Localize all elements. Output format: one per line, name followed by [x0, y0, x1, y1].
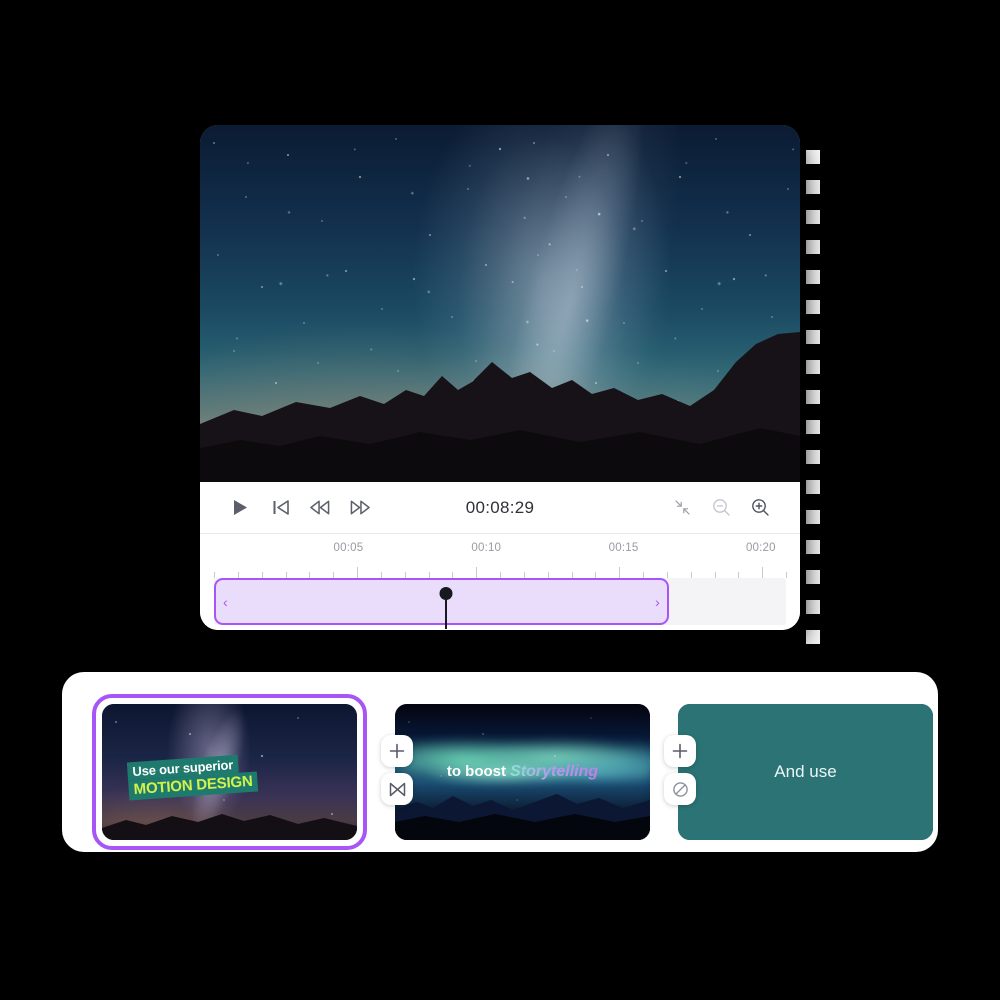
ruler-label: 00:10: [471, 542, 502, 554]
clip3-caption: And use: [774, 762, 837, 781]
ruler-tick: [619, 567, 621, 578]
video-preview[interactable]: [200, 125, 800, 482]
skip-to-start-button[interactable]: [270, 498, 290, 518]
ruler-tick: [357, 567, 358, 578]
mountain-ridge-silhouette: [200, 332, 800, 482]
screen-root: 00:08:29 00:05 00:10 00:15 00:20 ‹ › Use…: [0, 0, 1000, 1000]
zoom-in-icon[interactable]: [750, 498, 770, 518]
clip-item-selected[interactable]: Use our superior MOTION DESIGN: [92, 694, 367, 850]
clip2-caption: to boost Storytelling: [395, 763, 650, 781]
transition-button-1[interactable]: [381, 773, 413, 805]
ruler-label: 00:15: [608, 542, 639, 554]
clip-actions-1: [381, 735, 413, 805]
timeline-track[interactable]: ‹ ›: [214, 578, 786, 629]
transport-bar: 00:08:29: [200, 482, 800, 534]
fit-to-screen-icon[interactable]: [672, 498, 692, 518]
trim-handle-right[interactable]: ›: [655, 595, 660, 609]
transport-right-controls: [672, 498, 770, 518]
clip1-mountain-silhouette: [102, 806, 357, 840]
clip-strip-card: Use our superior MOTION DESIGN to boost …: [62, 672, 938, 852]
timeline: 00:05 00:10 00:15 00:20 ‹ ›: [200, 534, 800, 630]
clip-thumbnail-2[interactable]: to boost Storytelling: [395, 704, 650, 840]
decorative-dash-edge: [806, 150, 820, 650]
timeline-playhead[interactable]: [444, 594, 447, 629]
add-clip-button-2[interactable]: [664, 735, 696, 767]
clip2-caption-line1: to boost: [446, 763, 511, 780]
timeline-clip-range[interactable]: ‹ ›: [214, 578, 669, 625]
clip2-mountain-silhouette: [395, 782, 650, 840]
play-button[interactable]: [230, 498, 250, 518]
clip-actions-2: [664, 735, 696, 805]
transport-left-controls: [230, 498, 370, 518]
ruler-label: 00:20: [745, 542, 776, 554]
trim-handle-left[interactable]: ‹: [223, 595, 228, 609]
clip-strip-list: Use our superior MOTION DESIGN to boost …: [92, 694, 933, 850]
rewind-button[interactable]: [310, 498, 330, 518]
clip-thumbnail-1[interactable]: Use our superior MOTION DESIGN: [102, 704, 357, 840]
add-clip-button-1[interactable]: [381, 735, 413, 767]
ruler-label: 00:05: [333, 542, 364, 554]
ruler-tick: [786, 572, 787, 578]
clip-thumbnail-3[interactable]: And use: [678, 704, 933, 840]
video-player-card: 00:08:29 00:05 00:10 00:15 00:20 ‹ ›: [200, 125, 800, 630]
fast-forward-button[interactable]: [350, 498, 370, 518]
timeline-ruler[interactable]: 00:05 00:10 00:15 00:20: [214, 540, 787, 578]
no-transition-button-2[interactable]: [664, 773, 696, 805]
ruler-tick: [476, 567, 478, 578]
clip2-caption-line2: Storytelling: [510, 763, 599, 780]
ruler-tick: [762, 567, 764, 578]
zoom-out-icon[interactable]: [711, 498, 731, 518]
